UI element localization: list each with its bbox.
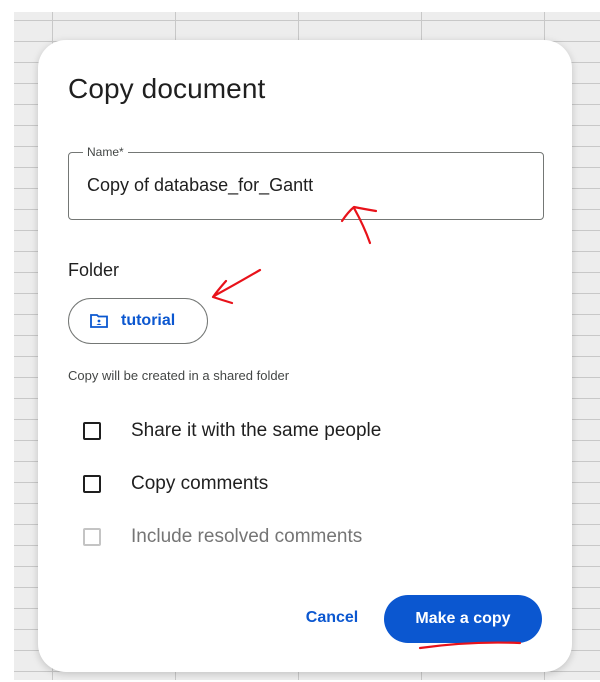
copy-comments-option[interactable]: Copy comments (83, 471, 268, 497)
cancel-button[interactable]: Cancel (294, 596, 370, 640)
folder-heading: Folder (68, 260, 120, 280)
name-field-value: Copy of database_for_Gantt (87, 175, 314, 195)
copy-document-dialog: Copy document Name* Copy of database_for… (38, 40, 572, 672)
folder-picker-button[interactable]: tutorial (68, 298, 208, 344)
dialog-title: Copy document (68, 73, 266, 104)
include-resolved-checkbox (83, 528, 101, 546)
shared-folder-icon (90, 314, 108, 328)
name-field-label: Name* (83, 144, 128, 160)
folder-chip-label: tutorial (121, 312, 176, 329)
copy-comments-label: Copy comments (131, 473, 269, 494)
share-same-people-option[interactable]: Share it with the same people (83, 418, 381, 444)
include-resolved-label: Include resolved comments (131, 526, 363, 547)
folder-helper-text: Copy will be created in a shared folder (68, 368, 290, 383)
share-same-people-label: Share it with the same people (131, 420, 382, 441)
include-resolved-option: Include resolved comments (83, 524, 362, 550)
share-same-people-checkbox[interactable] (83, 422, 101, 440)
make-a-copy-button[interactable]: Make a copy (384, 595, 542, 643)
copy-comments-checkbox[interactable] (83, 475, 101, 493)
name-input[interactable]: Name* Copy of database_for_Gantt (68, 144, 544, 220)
